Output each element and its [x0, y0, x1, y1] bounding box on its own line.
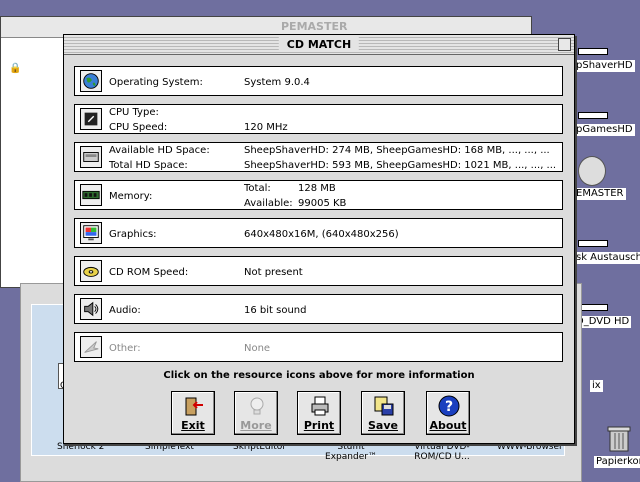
hint-text: Click on the resource icons above for mo…	[163, 370, 475, 381]
audio-value: 16 bit sound	[244, 305, 307, 316]
other-value: None	[244, 343, 271, 354]
memory-available-value: 99005 KB	[298, 198, 347, 209]
row-hd-space: Available HD Space: SheepShaverHD: 274 M…	[74, 142, 563, 172]
floppy-save-icon	[374, 396, 394, 416]
desktop-label-trash[interactable]: Papierkorb	[594, 456, 640, 468]
memory-total-value: 128 MB	[298, 183, 336, 194]
background-window-title: PEMASTER	[281, 20, 348, 33]
os-label: Operating System:	[109, 77, 203, 88]
monitor-icon[interactable]	[80, 222, 102, 244]
desktop-label-dvd-hd[interactable]: D_DVD HD	[574, 316, 632, 328]
desktop-label-austausch[interactable]: sk Austausch	[574, 252, 640, 264]
dialog-titlebar[interactable]: CD MATCH	[64, 35, 574, 55]
svg-text:?: ?	[445, 399, 453, 415]
row-cpu: CPU Type: CPU Speed: 120 MHz	[74, 104, 563, 134]
app-label-stuffit[interactable]: Stuffit Expander™	[321, 442, 381, 462]
cd-match-dialog: CD MATCH Operating System: System 9.0.4 …	[63, 34, 575, 444]
desktop-label-ix[interactable]: ix	[590, 380, 603, 392]
audio-label: Audio:	[109, 305, 141, 316]
available-hd-label: Available HD Space:	[109, 145, 210, 156]
graphics-label: Graphics:	[109, 229, 157, 240]
save-button[interactable]: Save	[361, 391, 405, 435]
more-button[interactable]: More	[234, 391, 278, 435]
cdrom-label: CD ROM Speed:	[109, 267, 189, 278]
desktop-disk-bar	[578, 304, 608, 311]
cdrom-value: Not present	[244, 267, 303, 278]
graphics-value: 640x480x16M, (640x480x256)	[244, 229, 399, 240]
other-icon[interactable]	[80, 336, 102, 358]
row-other: Other: None	[74, 332, 563, 362]
row-memory: Memory: Total: 128 MB Available: 99005 K…	[74, 180, 563, 210]
desktop-disk-bar	[578, 48, 608, 55]
print-label: Print	[303, 419, 335, 432]
desktop-label-sheepgames[interactable]: pGamesHD	[574, 124, 635, 136]
desktop-globe-icon	[578, 156, 606, 186]
chip-icon[interactable]	[80, 108, 102, 130]
desktop-disk-bar	[578, 240, 608, 247]
background-window-lock-icon: 🔒	[9, 63, 22, 74]
other-label: Other:	[109, 343, 141, 354]
desktop-label-pemaster[interactable]: EMASTER	[574, 188, 626, 200]
row-operating-system: Operating System: System 9.0.4	[74, 66, 563, 96]
os-value: System 9.0.4	[244, 77, 310, 88]
print-button[interactable]: Print	[297, 391, 341, 435]
cpu-speed-value: 120 MHz	[244, 122, 288, 133]
total-hd-label: Total HD Space:	[109, 160, 188, 171]
desktop-label-sheepshaver[interactable]: pShaverHD	[574, 60, 635, 72]
memory-label: Memory:	[109, 191, 153, 202]
row-cdrom: CD ROM Speed: Not present	[74, 256, 563, 286]
desktop-disk-bar	[578, 112, 608, 119]
trash-icon[interactable]	[606, 424, 632, 452]
row-audio: Audio: 16 bit sound	[74, 294, 563, 324]
memory-total-label: Total:	[244, 183, 271, 194]
memory-icon[interactable]	[80, 184, 102, 206]
memory-available-label: Available:	[244, 198, 293, 209]
exit-label: Exit	[181, 419, 205, 432]
lightbulb-icon	[250, 397, 264, 415]
about-label: About	[429, 419, 467, 432]
globe-icon[interactable]	[80, 70, 102, 92]
more-label: More	[240, 419, 272, 432]
harddisk-icon[interactable]	[80, 146, 102, 168]
exit-door-icon	[185, 397, 203, 416]
cpu-type-label: CPU Type:	[109, 107, 159, 118]
cpu-speed-label: CPU Speed:	[109, 122, 168, 133]
printer-icon	[311, 396, 329, 416]
cd-icon[interactable]	[80, 260, 102, 282]
available-hd-value: SheepShaverHD: 274 MB, SheepGamesHD: 168…	[244, 145, 550, 156]
total-hd-value: SheepShaverHD: 593 MB, SheepGamesHD: 102…	[244, 160, 557, 171]
app-label-virtual-dvd[interactable]: Virtual DVD-ROM/CD U...	[397, 442, 487, 462]
exit-button[interactable]: Exit	[171, 391, 215, 435]
row-graphics: Graphics: 640x480x16M, (640x480x256)	[74, 218, 563, 248]
save-label: Save	[368, 419, 398, 432]
collapse-box-icon[interactable]	[558, 38, 571, 51]
help-question-icon: ?	[438, 395, 460, 417]
about-button[interactable]: ? About	[426, 391, 470, 435]
dialog-title: CD MATCH	[278, 37, 360, 52]
speaker-icon[interactable]	[80, 298, 102, 320]
